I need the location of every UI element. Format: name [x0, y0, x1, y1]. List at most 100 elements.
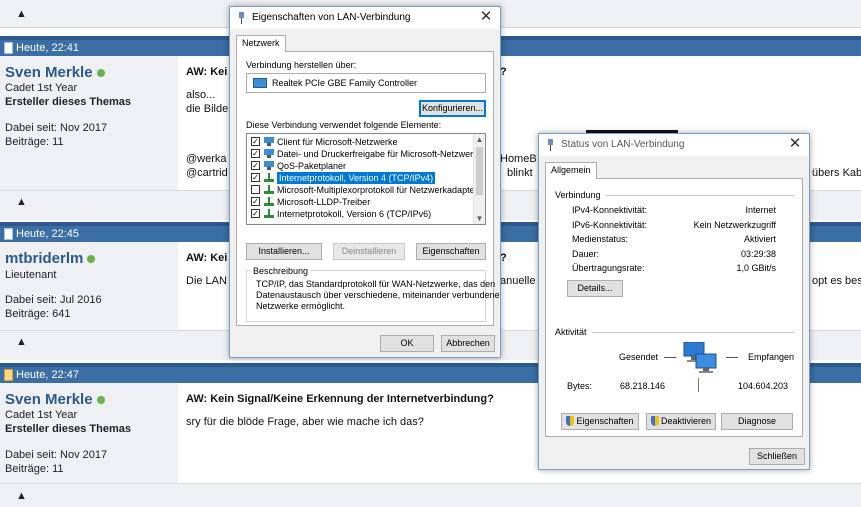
items-label: Diese Verbindung verwendet folgende Elem… [246, 120, 442, 130]
checkbox[interactable]: ✓ [251, 197, 260, 206]
checkbox[interactable] [251, 185, 260, 194]
window-title: Status von LAN-Verbindung [561, 139, 685, 150]
post-text-line: @cartrid [186, 167, 228, 179]
status-key: IPv4-Konnektivität: [572, 205, 648, 215]
titlebar[interactable]: Eigenschaften von LAN-Verbindung ✕ [230, 7, 500, 29]
list-item[interactable]: ✓ Internetprotokoll, Version 6 (TCP/IPv6… [251, 208, 483, 220]
network-client-icon [264, 137, 274, 146]
scroll-up-icon[interactable]: ▲ [474, 134, 485, 145]
divider [606, 195, 794, 196]
post-time: Heute, 22:41 [16, 42, 79, 54]
window-title: Eigenschaften von LAN-Verbindung [252, 12, 411, 23]
list-item[interactable]: ✓ QoS-Paketplaner [251, 160, 483, 172]
configure-button[interactable]: Konfigurieren... [419, 100, 486, 117]
post-text-fragment: übers Kab [812, 167, 861, 179]
adapter-name: Realtek PCIe GBE Family Controller [272, 78, 418, 88]
user-post-count: Beiträge: 11 [5, 136, 64, 148]
status-key: Übertragungsrate: [572, 263, 645, 273]
thread-starter-label: Ersteller dieses Themas [5, 96, 131, 108]
divider [592, 332, 794, 333]
connection-section-title: Verbindung [555, 190, 601, 200]
scrollbar[interactable]: ▲ ▼ [473, 134, 485, 224]
checkbox[interactable]: ✓ [251, 209, 260, 218]
post-document-new-icon [4, 369, 13, 381]
post-text-line: @werka [186, 153, 227, 165]
properties-button[interactable]: Eigenschaften [416, 243, 486, 260]
activity-section-title: Aktivität [555, 327, 587, 337]
report-warning-icon[interactable]: ▲ [16, 8, 30, 20]
cancel-button[interactable]: Abbrechen [441, 335, 495, 352]
report-warning-icon[interactable]: ▲ [16, 336, 30, 348]
disable-button[interactable]: Deaktivieren [646, 413, 716, 430]
scroll-thumb[interactable] [476, 147, 483, 195]
close-icon[interactable]: ✕ [787, 136, 803, 152]
user-joined: Dabei seit: Nov 2017 [5, 449, 108, 461]
post-time: Heute, 22:45 [16, 228, 79, 240]
ok-button[interactable]: OK [380, 335, 434, 352]
username[interactable]: mtbriderlm [5, 250, 96, 267]
report-warning-icon[interactable]: ▲ [16, 490, 30, 502]
received-label: Empfangen [748, 352, 795, 362]
details-button[interactable]: Details... [567, 280, 623, 297]
uninstall-button[interactable]: Deinstallieren [333, 243, 405, 260]
diagnose-button[interactable]: Diagnose [721, 413, 793, 430]
tab-panel: Verbindung herstellen über: Realtek PCIe… [236, 52, 500, 326]
protocol-icon [264, 197, 274, 206]
list-item[interactable]: ✓ Microsoft-LLDP-Treiber [251, 196, 483, 208]
post-time: Heute, 22:47 [16, 369, 79, 381]
dash [726, 357, 738, 358]
close-icon[interactable]: ✕ [478, 9, 494, 25]
tab-general[interactable]: Allgemein [545, 162, 597, 180]
scroll-down-icon[interactable]: ▼ [474, 213, 485, 224]
titlebar[interactable]: Status von LAN-Verbindung ✕ [539, 134, 809, 156]
network-cable-icon [548, 139, 553, 151]
lan-properties-dialog: Eigenschaften von LAN-Verbindung ✕ Netzw… [229, 6, 501, 358]
post-text-fragment: anuelle [500, 275, 536, 287]
list-item[interactable]: ✓ Datei- und Druckerfreigabe für Microso… [251, 148, 483, 160]
username[interactable]: Sven Merkle [5, 64, 105, 81]
properties-button[interactable]: Eigenschaften [561, 413, 639, 430]
list-item[interactable]: ✓ Client für Microsoft-Netzwerke [251, 136, 483, 148]
status-value: 03:29:38 [740, 249, 776, 259]
checkbox[interactable]: ✓ [251, 149, 260, 158]
status-value: Kein Netzwerkzugriff [693, 220, 776, 230]
post-title-end: ? [500, 66, 507, 78]
dash [664, 357, 676, 358]
protocol-icon [264, 185, 274, 194]
list-item[interactable]: Microsoft-Multiplexorprotokoll für Netzw… [251, 184, 483, 196]
post-text-line: also... [186, 89, 216, 101]
network-cable-icon [239, 12, 244, 24]
report-warning-icon[interactable]: ▲ [16, 196, 30, 208]
post-title: AW: Kei [186, 66, 228, 78]
online-status-icon [96, 69, 105, 78]
status-value: Aktiviert [743, 234, 776, 244]
bytes-divider [698, 378, 699, 392]
adapter-field: Realtek PCIe GBE Family Controller [246, 73, 486, 93]
tab-network[interactable]: Netzwerk [236, 35, 286, 53]
user-rank: Lieutenant [5, 269, 57, 281]
post-document-icon [4, 228, 13, 240]
protocol-icon [264, 173, 274, 182]
user-info: mtbriderlm Lieutenant Dabei seit: Jul 20… [0, 242, 178, 330]
user-joined: Dabei seit: Nov 2017 [5, 122, 108, 134]
list-item[interactable]: ✓ Internetprotokoll, Version 4 (TCP/IPv4… [251, 171, 483, 185]
bytes-label: Bytes: [567, 381, 593, 391]
tab-strip: Allgemein [545, 162, 803, 180]
checkbox[interactable]: ✓ [251, 161, 260, 170]
checkbox[interactable]: ✓ [251, 137, 260, 146]
user-post-count: Beiträge: 11 [5, 463, 64, 475]
thread-starter-label: Ersteller dieses Themas [5, 423, 131, 435]
user-rank: Cadet 1st Year [5, 82, 78, 94]
user-info: Sven Merkle Cadet 1st Year Ersteller die… [0, 56, 178, 190]
post-footer: ▲ [0, 483, 861, 507]
install-button[interactable]: Installieren... [246, 243, 322, 260]
username[interactable]: Sven Merkle [5, 391, 105, 408]
checkbox[interactable]: ✓ [251, 173, 260, 182]
tab-strip: Netzwerk [236, 35, 494, 53]
close-button[interactable]: Schließen [749, 448, 805, 465]
components-list[interactable]: ✓ Client für Microsoft-Netzwerke ✓ Datei… [246, 133, 486, 225]
network-adapter-icon [253, 78, 267, 88]
post-text-fragment: blinkt [507, 167, 533, 179]
description-text: TCP/IP, das Standardprotokoll für WAN-Ne… [256, 279, 496, 289]
lan-status-dialog: Status von LAN-Verbindung ✕ Allgemein Ve… [538, 133, 810, 470]
